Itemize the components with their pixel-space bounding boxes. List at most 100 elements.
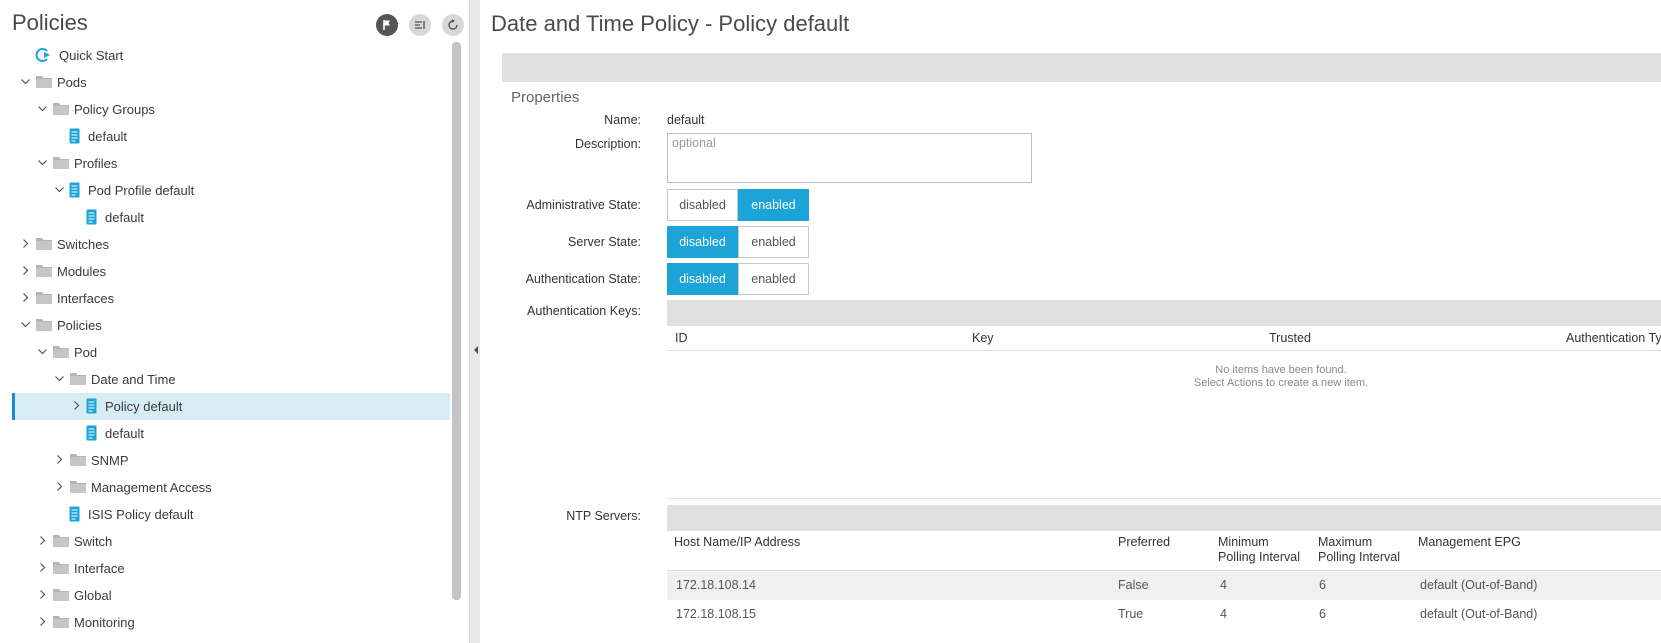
chevron-down-icon[interactable] [55, 374, 64, 383]
tree-options-button[interactable] [409, 14, 431, 36]
admin-state-enabled-option[interactable]: enabled [738, 189, 809, 221]
auth-keys-label: Authentication Keys: [527, 304, 641, 318]
navigation-tree: Quick Start Pods Policy Groups default Profi… [12, 42, 450, 643]
document-icon [69, 128, 80, 144]
tree-item[interactable]: Quick Start [12, 42, 450, 69]
page-title: Date and Time Policy - Policy default [491, 11, 850, 36]
folder-icon [36, 76, 52, 88]
chevron-right-icon[interactable] [38, 617, 47, 626]
chevron-down-icon[interactable] [21, 320, 30, 329]
folder-icon [53, 535, 69, 547]
tree-item[interactable]: Global [12, 582, 450, 609]
ntp-col-preferred[interactable]: Preferred [1118, 535, 1170, 550]
tree-item[interactable]: Monitoring [12, 609, 450, 636]
chevron-right-icon[interactable] [21, 239, 30, 248]
tree-scrollbar[interactable] [452, 42, 461, 600]
chevron-right-icon[interactable] [55, 482, 64, 491]
chevron-right-icon[interactable] [72, 401, 81, 410]
name-label: Name: [604, 113, 641, 127]
tree-item[interactable]: Policy Groups [12, 96, 450, 123]
tree-item[interactable]: Switch [12, 528, 450, 555]
admin-state-disabled-option[interactable]: disabled [667, 189, 738, 221]
tree-item[interactable]: default [12, 420, 450, 447]
chevron-down-icon[interactable] [21, 77, 30, 86]
tree-item-label: Pod Profile default [88, 183, 195, 198]
chevron-right-icon[interactable] [38, 536, 47, 545]
tree-item[interactable]: Switches [12, 231, 450, 258]
tree-item[interactable]: Interface [12, 555, 450, 582]
work-pane: Date and Time Policy - Policy default Pr… [481, 0, 1661, 643]
tree-item[interactable]: Pods [12, 69, 450, 96]
tree-item-label: Quick Start [59, 48, 124, 63]
ntp-col-min-poll[interactable]: Minimum Polling Interval [1218, 535, 1300, 565]
table-row[interactable]: 172.18.108.15 True 4 6 default (Out-of-B… [667, 600, 1661, 629]
server-state-enabled-option[interactable]: enabled [738, 226, 809, 258]
empty-hint: Select Actions to create a new item. [1193, 377, 1369, 389]
auth-state-disabled-option[interactable]: disabled [667, 263, 738, 295]
tree-item-label: Interface [74, 561, 125, 576]
tree-item-label: Policy Groups [74, 102, 155, 117]
tree-item[interactable]: default [12, 123, 450, 150]
ntp-preferred-cell: True [1118, 607, 1144, 621]
tree-item[interactable]: SNMP [12, 447, 450, 474]
tree-item[interactable]: Profiles [12, 150, 450, 177]
auth-keys-col-key[interactable]: Key [972, 331, 994, 345]
tree-item-label: Interfaces [57, 291, 115, 306]
pane-splitter[interactable] [469, 0, 480, 643]
chevron-right-icon[interactable] [55, 455, 64, 464]
document-icon [86, 398, 97, 414]
chevron-down-icon[interactable] [38, 158, 47, 167]
empty-message: No items have been found. [1215, 364, 1347, 376]
chevron-right-icon[interactable] [38, 563, 47, 572]
tree-item-label: ISIS Policy default [88, 507, 194, 522]
document-icon [69, 182, 80, 198]
tree-item[interactable]: Policies [12, 312, 450, 339]
tree-item[interactable]: Management Access [12, 474, 450, 501]
refresh-button[interactable] [442, 14, 464, 36]
toolbar-band [502, 53, 1661, 82]
nav-pane-title: Policies [12, 10, 88, 35]
tree-item[interactable]: Pod [12, 339, 450, 366]
auth-keys-bottom-divider [667, 498, 1661, 499]
folder-icon [36, 265, 52, 277]
collapse-left-icon[interactable] [474, 346, 478, 354]
chevron-right-icon[interactable] [21, 266, 30, 275]
folder-icon [53, 589, 69, 601]
tree-item-label: Monitoring [74, 615, 135, 630]
auth-keys-col-id[interactable]: ID [675, 331, 688, 345]
chevron-down-icon[interactable] [38, 347, 47, 356]
tree-item[interactable]: ISIS Policy default [12, 501, 450, 528]
tree-item[interactable] [12, 636, 450, 643]
ntp-preferred-cell: False [1118, 578, 1149, 592]
tree-item[interactable]: Interfaces [12, 285, 450, 312]
table-row[interactable]: 172.18.108.14 False 4 6 default (Out-of-… [667, 571, 1661, 600]
chevron-right-icon[interactable] [21, 293, 30, 302]
tree-item-label: Modules [57, 264, 107, 279]
auth-keys-col-trusted[interactable]: Trusted [1269, 331, 1311, 345]
folder-icon [36, 319, 52, 331]
chevron-down-icon[interactable] [55, 185, 64, 194]
folder-icon [53, 616, 69, 628]
admin-state-label: Administrative State: [526, 198, 641, 212]
tree-item[interactable]: default [12, 204, 450, 231]
ntp-col-host[interactable]: Host Name/IP Address [674, 535, 800, 550]
ntp-max-poll-cell: 6 [1319, 578, 1326, 592]
name-value: default [667, 113, 705, 127]
admin-state-toggle: disabled enabled [667, 189, 809, 221]
tree-item[interactable]: Modules [12, 258, 450, 285]
ntp-col-max-poll[interactable]: Maximum Polling Interval [1318, 535, 1400, 565]
tree-item[interactable]: Pod Profile default [12, 177, 450, 204]
chevron-down-icon[interactable] [38, 104, 47, 113]
auth-state-enabled-option[interactable]: enabled [738, 263, 809, 295]
tree-item-label: default [105, 210, 145, 225]
description-field[interactable] [667, 133, 1032, 183]
auth-keys-col-auth-type[interactable]: Authentication Ty [1566, 331, 1661, 345]
tree-item[interactable]: Policy default [12, 393, 450, 420]
chevron-right-icon[interactable] [38, 590, 47, 599]
tree-item-label: Pods [57, 75, 87, 90]
server-state-disabled-option[interactable]: disabled [667, 226, 738, 258]
ntp-col-mgmt-epg[interactable]: Management EPG [1418, 535, 1521, 550]
folder-icon [70, 481, 86, 493]
tree-item[interactable]: Date and Time [12, 366, 450, 393]
quick-start-button[interactable] [376, 14, 398, 36]
